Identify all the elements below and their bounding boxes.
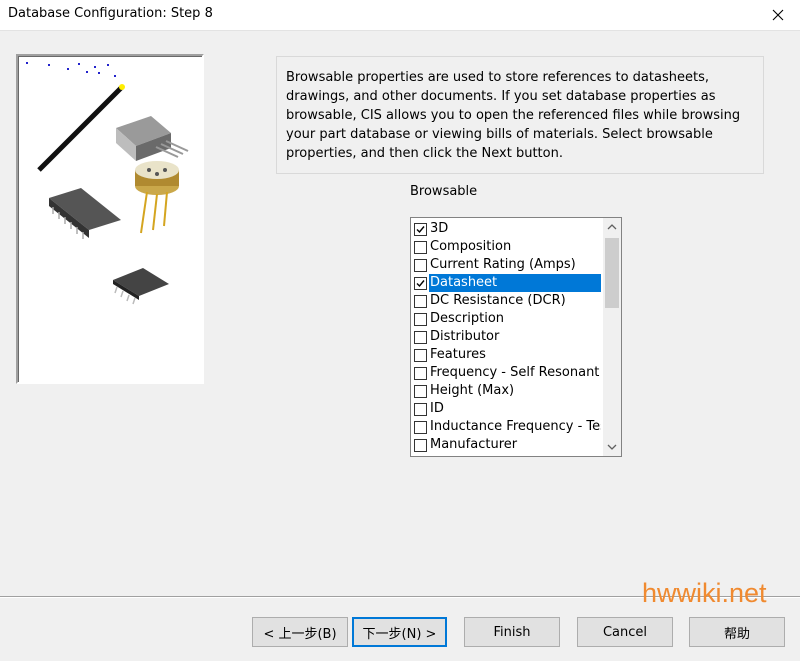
list-item-label: Distributor [430,329,500,344]
list-item[interactable]: Frequency - Self Resonant [411,364,601,382]
scroll-down-button[interactable] [603,438,621,456]
list-item[interactable]: Manufacturer [411,436,601,454]
list-item[interactable]: 3D [411,220,601,238]
list-item[interactable]: Composition [411,238,601,256]
list-item-label: Current Rating (Amps) [430,257,576,272]
checkmark-icon [416,280,425,288]
help-button[interactable]: 帮助 [689,617,785,647]
list-item[interactable]: Current Rating (Amps) [411,256,601,274]
browsable-label: Browsable [410,184,478,199]
list-item[interactable]: Inductance Frequency - Test [411,418,601,436]
listbox-scrollbar[interactable] [603,218,621,456]
finish-button[interactable]: Finish [464,617,560,647]
list-item-label: Frequency - Self Resonant [430,365,600,380]
checkbox[interactable] [414,295,427,308]
scroll-up-button[interactable] [603,218,621,236]
list-item[interactable]: Datasheet [411,274,601,292]
window-title: Database Configuration: Step 8 [8,6,213,21]
description-text: Browsable properties are used to store r… [286,70,741,161]
list-item[interactable]: DC Resistance (DCR) [411,292,601,310]
checkbox[interactable] [414,313,427,326]
chevron-down-icon [607,444,617,450]
checkbox[interactable] [414,367,427,380]
list-item[interactable]: Features [411,346,601,364]
list-item-label: DC Resistance (DCR) [430,293,566,308]
back-button[interactable]: < 上一步(B) [252,617,348,647]
description-panel: Browsable properties are used to store r… [276,56,764,174]
list-item[interactable]: Distributor [411,328,601,346]
checkbox[interactable] [414,223,427,236]
components-illustration-icon [26,62,189,305]
title-bar: Database Configuration: Step 8 [0,0,800,31]
list-item[interactable]: Height (Max) [411,382,601,400]
checkbox[interactable] [414,349,427,362]
list-item-label: Composition [430,239,512,254]
list-item[interactable]: ID [411,400,601,418]
close-button[interactable] [756,0,800,30]
next-button[interactable]: 下一步(N) > [352,617,447,647]
checkbox[interactable] [414,403,427,416]
checkbox[interactable] [414,421,427,434]
list-item-label: Datasheet [429,274,601,292]
checkbox[interactable] [414,277,427,290]
wizard-illustration [16,54,204,384]
list-item-label: Features [430,347,486,362]
cancel-button[interactable]: Cancel [577,617,673,647]
checkbox[interactable] [414,385,427,398]
list-item-label: 3D [430,221,449,236]
close-icon [772,9,784,21]
chevron-up-icon [607,224,617,230]
checkmark-icon [416,226,425,234]
list-item-label: Manufacturer [430,437,518,452]
checkbox[interactable] [414,259,427,272]
list-item-label: Height (Max) [430,383,515,398]
list-item[interactable]: Description [411,310,601,328]
browsable-items: 3D Composition Current Rating (Amps) Datash… [411,220,601,454]
list-item-label: ID [430,401,444,416]
checkbox[interactable] [414,241,427,254]
browsable-listbox[interactable]: 3D Composition Current Rating (Amps) Datash… [410,217,622,457]
scroll-thumb[interactable] [605,238,619,308]
checkbox[interactable] [414,439,427,452]
list-item-label: Inductance Frequency - Test [430,419,601,434]
watermark: hwwiki.net [642,578,767,608]
list-item-label: Description [430,311,505,326]
checkbox[interactable] [414,331,427,344]
